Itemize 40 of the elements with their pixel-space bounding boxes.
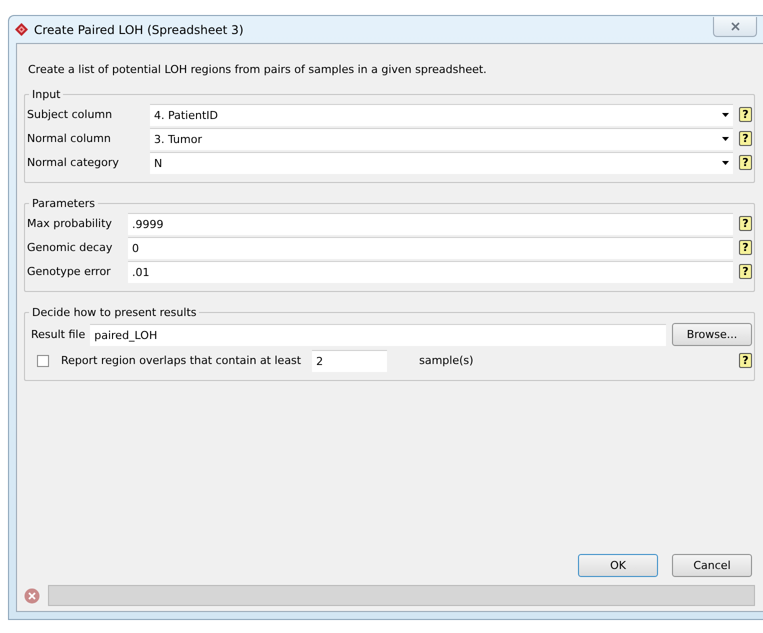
help-icon[interactable]: ? — [739, 155, 752, 170]
help-icon[interactable]: ? — [739, 240, 752, 255]
field-label: Genomic decay — [27, 241, 114, 254]
cancel-button[interactable]: Cancel — [672, 554, 752, 577]
dropdown-arrow-icon[interactable] — [722, 161, 729, 165]
dropdown-field[interactable]: 4. PatientID — [150, 104, 733, 126]
field-label: Normal category — [27, 156, 120, 169]
group-title: Input — [31, 88, 62, 101]
dropdown-arrow-icon[interactable] — [722, 137, 729, 141]
field-label: Result file — [30, 328, 86, 341]
close-button[interactable] — [713, 16, 757, 36]
help-icon[interactable]: ? — [739, 216, 752, 231]
checkbox[interactable] — [37, 354, 49, 366]
close-icon — [730, 22, 740, 30]
group-title: Decide how to present results — [31, 306, 198, 319]
unit-label: sample(s) — [419, 354, 474, 367]
dropdown-arrow-icon[interactable] — [722, 113, 729, 117]
ok-button[interactable]: OK — [578, 554, 658, 577]
help-icon[interactable]: ? — [739, 264, 752, 279]
field-label: Genotype error — [27, 265, 112, 278]
dropdown-field[interactable]: 3. Tumor — [150, 128, 733, 150]
input-field[interactable]: .9999 — [128, 212, 733, 234]
help-icon[interactable]: ? — [739, 131, 752, 146]
input-field[interactable]: 2 — [312, 350, 388, 372]
help-icon[interactable]: ? — [739, 353, 752, 368]
app-logo-icon — [15, 23, 28, 36]
description-text: Create a list of potential LOH regions from pairs of samples in a given spreadsheet. — [28, 63, 488, 76]
input-field[interactable]: 0 — [128, 236, 733, 258]
field-label: Normal column — [27, 132, 112, 145]
input-field[interactable]: .01 — [128, 260, 733, 282]
error-icon — [24, 588, 40, 604]
group-title: Parameters — [31, 197, 96, 210]
window-title: Create Paired LOH (Spreadsheet 3) — [34, 22, 244, 36]
help-icon[interactable]: ? — [739, 107, 752, 122]
browse-button[interactable]: Browse... — [672, 323, 752, 346]
dropdown-field[interactable]: N — [150, 152, 733, 174]
field-label: Subject column — [27, 108, 114, 121]
checkbox-label: Report region overlaps that contain at least — [61, 354, 302, 367]
input-field[interactable]: paired_LOH — [90, 324, 666, 346]
field-label: Max probability — [27, 217, 113, 230]
